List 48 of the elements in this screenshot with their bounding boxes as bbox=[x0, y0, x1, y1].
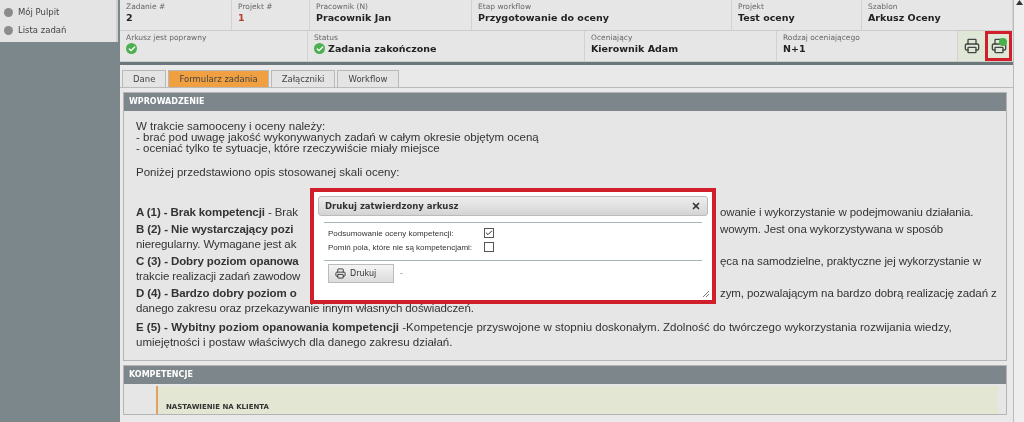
field-value: Test oceny bbox=[738, 12, 796, 23]
field-value: Pracownik Jan bbox=[316, 12, 393, 23]
intro-paragraph: Poniżej przedstawiono opis stosowanej skali oceny: bbox=[136, 167, 401, 178]
scale-paragraph: E (5) - Wybitny poziom opanowania kompetencji -Kompetencje przyswojone w stopniu doskonałym. Zdolność do twórczego wykorzystania rozwijania wiedzy, umiejętności i postaw właściwych dla danego zakresu działań. bbox=[136, 320, 953, 350]
scroll-up-icon[interactable] bbox=[1015, 0, 1023, 5]
scale-text: C (3) - Dobry poziom opanowa bbox=[136, 254, 299, 269]
check-icon bbox=[126, 43, 137, 54]
field-value: N+1 bbox=[783, 43, 807, 54]
check-icon bbox=[314, 43, 325, 54]
checkbox[interactable] bbox=[484, 242, 494, 252]
section-header: WPROWADZENIE bbox=[124, 93, 1006, 111]
tab[interactable]: Dane bbox=[122, 70, 167, 87]
field-value: 2 bbox=[126, 12, 134, 23]
field-value: Kierownik Adam bbox=[591, 43, 680, 54]
checkbox[interactable] bbox=[484, 228, 494, 238]
scale-text: danego zakresu oraz przekazywanie innym własnych doświadczeń. bbox=[136, 301, 474, 316]
printer-icon bbox=[963, 38, 980, 54]
scale-text: B (2) - Nie wystarczający pozi bbox=[136, 222, 294, 237]
sidebar-item[interactable]: Lista zadań bbox=[0, 21, 116, 39]
option-label: Pomiń pola, które nie są kompetencjami: bbox=[328, 242, 474, 252]
scale-text: owanie i wykorzystanie w podejmowaniu działania. bbox=[720, 205, 974, 220]
scale-text: D (4) - Bardzo dobry poziom o bbox=[136, 286, 297, 301]
tab[interactable]: Formularz zadania bbox=[168, 70, 269, 87]
field-value: 1 bbox=[238, 12, 246, 23]
close-icon[interactable] bbox=[691, 201, 701, 211]
scale-text: zym, pozwalającym na bardzo dobrą realizację zadań z bbox=[720, 286, 997, 301]
dialog-title: Drukuj zatwierdzony arkusz bbox=[325, 201, 459, 211]
tab[interactable]: Załączniki bbox=[270, 70, 336, 87]
field-value: Arkusz Oceny bbox=[868, 12, 942, 23]
dialog-note: - bbox=[400, 269, 403, 278]
scale-text: trakcie realizacji zadań zawodow bbox=[136, 269, 301, 284]
field-value: Zadania zakończone bbox=[328, 43, 437, 54]
scale-text: A (1) - Brak kompetencji - Brak bbox=[136, 205, 298, 220]
field-value: Przygotowanie do oceny bbox=[478, 12, 610, 23]
scale-text: wowym. Jest ona wykorzystywana w sposób bbox=[720, 222, 943, 237]
scale-text: ęca na samodzielne, praktyczne jej wykorzystanie w bbox=[720, 254, 981, 269]
print-button[interactable] bbox=[985, 31, 1012, 61]
option-label: Podsumowanie oceny kompetencji: bbox=[328, 228, 455, 238]
scrollbar[interactable] bbox=[1013, 0, 1024, 422]
sidebar-item[interactable]: Mój Pulpit bbox=[0, 3, 116, 21]
section-header: KOMPETENCJE bbox=[124, 366, 1006, 384]
print-button[interactable] bbox=[958, 31, 985, 61]
resize-grip-icon[interactable] bbox=[702, 290, 710, 298]
printer-icon bbox=[335, 268, 346, 279]
tab[interactable]: Workflow bbox=[337, 70, 399, 87]
scale-text: nieregularny. Wymagane jest ak bbox=[136, 237, 297, 252]
intro-paragraph: W trakcie samooceny i oceny należy: - brać pod uwagę jakość wykonywanych zadań w całym okresie objętym oceną - oceniać tylko te sytuacje, które rzeczywiście miały miejsce bbox=[136, 121, 540, 154]
print-button[interactable]: Drukuj bbox=[328, 264, 394, 283]
